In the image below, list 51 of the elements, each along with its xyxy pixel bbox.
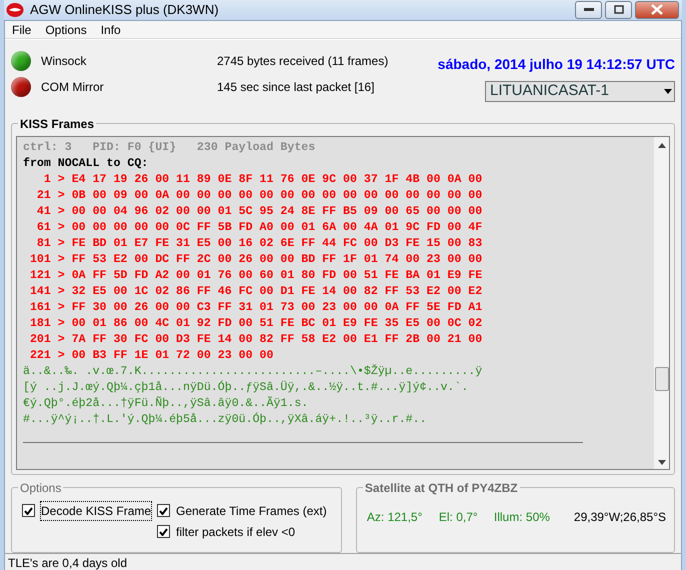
date-time: sábado, 2014 julho 19 14:12:57 UTC xyxy=(438,54,675,74)
hex-row-text: 61 > 00 00 00 00 00 0C FF 5B FD A0 00 01 6A 00 4A 01 9C FD 00 4F xyxy=(36,220,484,236)
minimize-button[interactable] xyxy=(575,0,602,19)
satellite-dropdown[interactable]: LITUANICASAT-1 xyxy=(485,80,675,102)
frame-route: from NOCALL to CQ: xyxy=(23,156,150,172)
frame-header: ctrl: 3 PID: F0 {UI} 230 Payload Bytes xyxy=(23,140,316,156)
checkbox[interactable] xyxy=(157,525,170,538)
hex-row-text: 181 > 00 01 86 00 4C 01 92 FD 00 51 FE BC 01 E9 FE 35 E5 00 0C 02 xyxy=(28,316,484,332)
menu-item[interactable]: Info xyxy=(94,20,128,38)
ascii-row-text: ä..&..‰. .v.œ.7.K.........................–....\•$Žÿµ..e.........ÿ xyxy=(23,364,484,380)
menu-item[interactable]: Options xyxy=(38,20,94,38)
close-icon xyxy=(651,4,663,16)
scroll-down-icon[interactable] xyxy=(658,460,666,464)
sat-position: 29,39°W;26,85°S xyxy=(574,508,666,526)
minimize-icon xyxy=(584,8,594,12)
hex-row-text: 21 > 0B 00 09 00 0A 00 00 00 00 00 00 00 00 00 00 00 00 00 00 00 xyxy=(36,188,484,204)
connection-name: COM Mirror xyxy=(41,78,105,96)
checkbox-label[interactable]: Generate Time Frames (ext) xyxy=(176,502,327,520)
app-logo-icon xyxy=(6,2,24,18)
menu-item[interactable]: File xyxy=(5,20,38,38)
checkbox-label[interactable]: Decode KISS Frame xyxy=(41,502,152,520)
ascii-row-text: #...ÿ^ý¡..†.L.′ý.Qþ¼.éþ5å...zÿ0ü.Óþ..,ÿXâ.áÿ+.!..³ÿ..r.#.. xyxy=(23,412,428,428)
sat-azimuth: Az: 121,5° xyxy=(366,508,424,526)
hex-row-text: 41 > 00 00 04 96 02 00 00 01 5C 95 24 8E FF B5 09 00 65 00 00 00 xyxy=(36,204,484,220)
hex-row-text: 221 > 00 B3 FF 1E 01 72 00 23 00 00 xyxy=(28,348,274,364)
status-text: TLE's are 0,4 days old xyxy=(5,552,681,570)
hex-row-text: 101 > FF 53 E2 00 DC FF 2C 00 26 00 00 BD FF 1F 01 74 00 23 00 00 xyxy=(28,252,484,268)
connection-name: Winsock xyxy=(41,52,88,70)
hex-row-text: 161 > FF 30 00 26 00 00 C3 FF 31 01 73 00 23 00 00 0A FF 5E FD A1 xyxy=(28,300,484,316)
checkbox[interactable] xyxy=(22,504,35,517)
sat-illumination: Illum: 50% xyxy=(494,508,551,526)
connection-info: 2745 bytes received (11 frames) xyxy=(217,52,388,70)
hex-row-text: 201 > 7A FF 30 FC 00 D3 FE 14 00 82 FF 58 E2 00 E1 FF 2B 00 21 00 xyxy=(28,332,484,348)
sat-elevation: El: 0,7° xyxy=(438,508,479,526)
connection-info: 145 sec since last packet [16] xyxy=(217,78,374,96)
window-title: AGW OnlineKISS plus (DK3WN) xyxy=(30,1,220,19)
maximize-icon xyxy=(614,5,624,14)
close-button[interactable] xyxy=(635,0,679,19)
scrollbar[interactable] xyxy=(653,136,669,468)
ascii-row-text: [ý ..j.J.œý.Qþ¼.çþ1å...nÿDü.Óþ..ƒÿSâ.Üÿ,.&..½ÿ..t.#...ÿ]ý¢..v.`. xyxy=(23,380,470,396)
scroll-up-icon[interactable] xyxy=(658,142,666,148)
hex-row-text: 141 > 32 E5 00 1C 02 86 FF 46 FC 00 D1 FE 14 00 82 FF 53 E2 00 E2 xyxy=(28,284,484,300)
maximize-button[interactable] xyxy=(605,0,632,19)
dropdown-arrow-icon xyxy=(664,88,672,94)
hex-row-text: 81 > FE BD 01 E7 FE 31 E5 00 16 02 6E FF 44 FC 00 D3 FE 15 00 83 xyxy=(36,236,484,252)
ascii-row-text: €ý.Qþ°.éþ2å...†ÿFü.Ñþ..,ÿSâ.âÿ0.&..Ãÿ1.s. xyxy=(23,396,310,412)
scroll-thumb[interactable] xyxy=(654,366,668,390)
hex-row-text: 1 > E4 17 19 26 00 11 89 0E 8F 11 76 0E 9C 00 37 1F 4B 00 0A 00 xyxy=(42,172,484,188)
checkbox[interactable] xyxy=(157,504,170,517)
checkbox-label[interactable]: filter packets if elev <0 xyxy=(176,522,296,540)
hex-row-text: 121 > 0A FF 5D FD A2 00 01 76 00 60 01 80 FD 00 51 FE BA 01 E9 FE xyxy=(28,268,484,284)
